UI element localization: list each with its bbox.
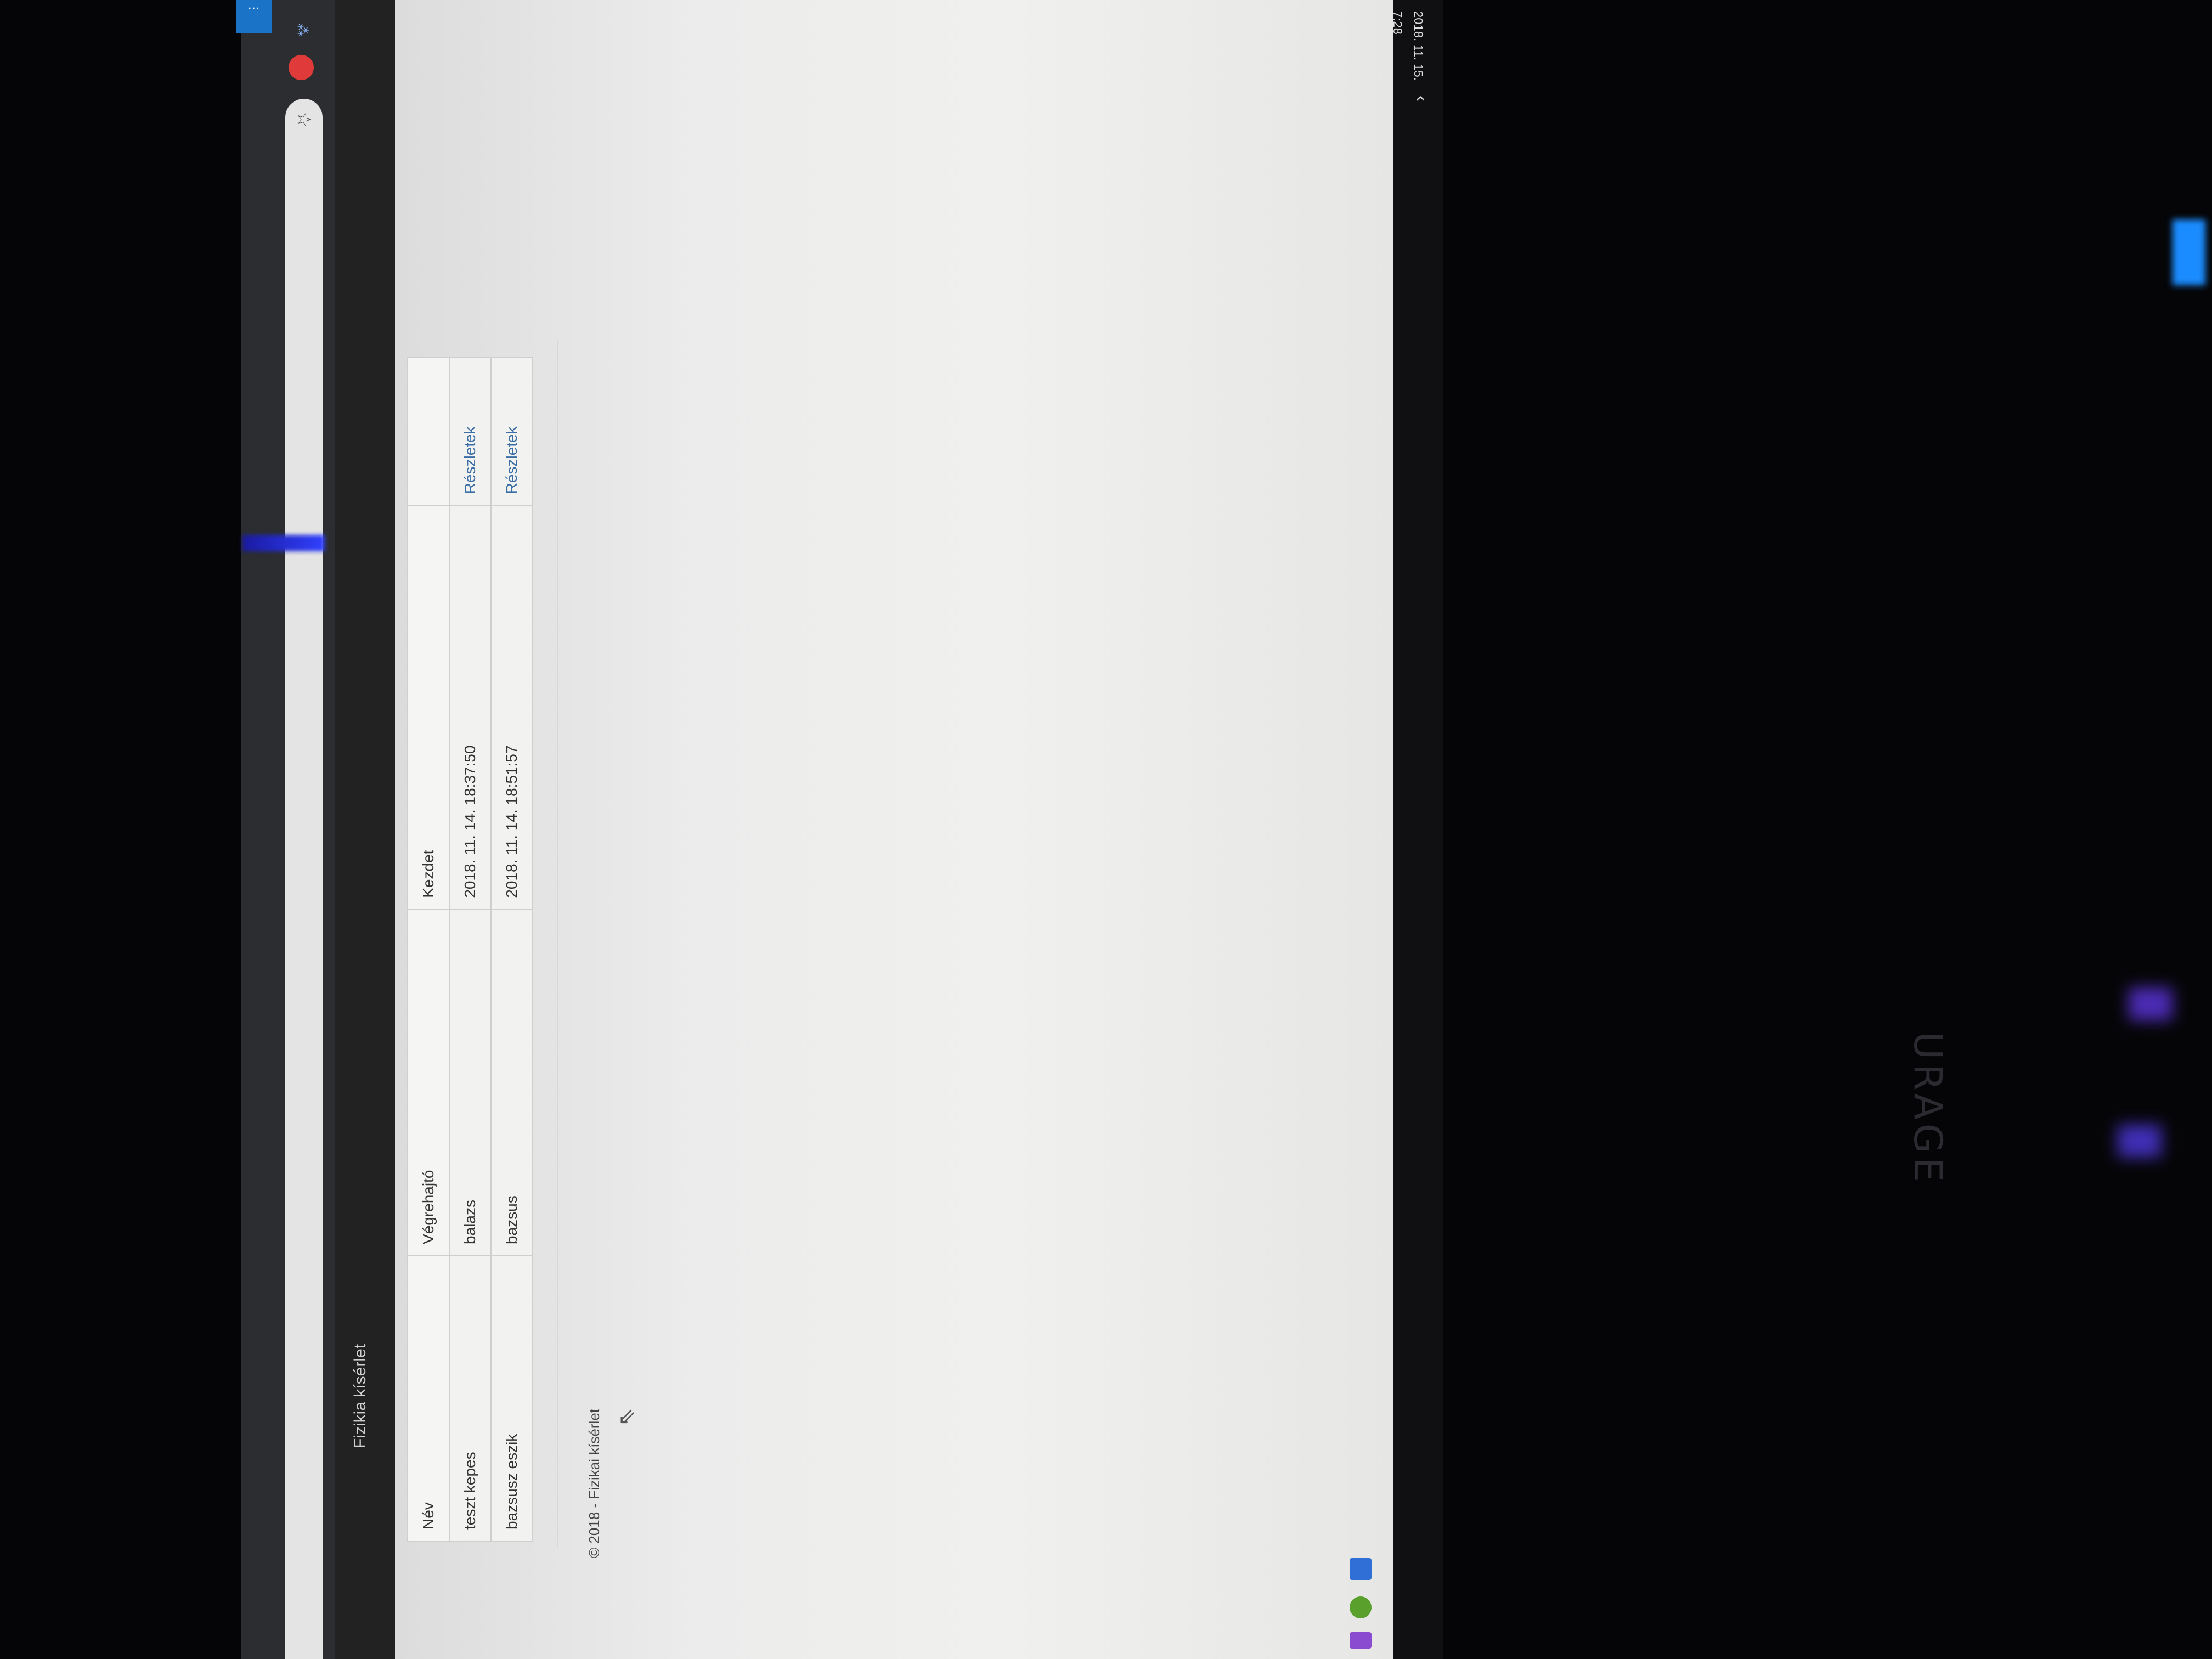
footer-divider: [557, 340, 558, 1547]
details-link[interactable]: Részletek: [449, 357, 491, 506]
photo-of-monitor: ⋯ ⁂ ☆ Fizikia kísérlet Név Végrehajtó Ke…: [0, 0, 2212, 1659]
cell-executor: balazs: [449, 909, 491, 1256]
keyboard-led: [2118, 1125, 2162, 1158]
clock-date: 2018. 11. 15.: [1412, 11, 1425, 81]
clock-time: 7:28: [1391, 11, 1404, 35]
keyboard-led: [2129, 988, 2172, 1020]
header-name: Név: [408, 1255, 449, 1541]
table-header-row: Név Végrehajtó Kezdet: [408, 357, 449, 1541]
footer-copyright: © 2018 - Fizikai kísérlet: [586, 1408, 602, 1558]
menu-glyph: ⋯: [247, 1, 260, 15]
keyboard-brand-logo: URAGE: [1905, 1031, 1950, 1187]
taskbar-app-icon[interactable]: [1350, 1632, 1372, 1649]
star-icon[interactable]: ☆: [289, 104, 319, 135]
experiments-table-wrapper: Név Végrehajtó Kezdet teszt kepes balazs…: [407, 357, 533, 1542]
taskbar: [1393, 0, 1443, 1659]
header-executor: Végrehajtó: [408, 909, 449, 1256]
stop-icon[interactable]: [289, 55, 314, 80]
window-control[interactable]: ⋯: [236, 0, 272, 33]
details-link[interactable]: Részletek: [491, 357, 533, 506]
chevron-up-icon[interactable]: ‹: [1410, 95, 1432, 101]
cell-name: teszt kepes: [449, 1255, 491, 1541]
address-bar[interactable]: [285, 99, 323, 1659]
taskbar-app-icon[interactable]: [1350, 1558, 1372, 1580]
taskbar-app-icon[interactable]: [1350, 1596, 1372, 1618]
experiments-table: Név Végrehajtó Kezdet teszt kepes balazs…: [407, 357, 533, 1542]
header-action: [408, 357, 449, 506]
cell-name: bazsusz eszik: [491, 1255, 533, 1541]
table-row: bazsusz eszik bazsus 2018. 11. 14. 18:51…: [491, 357, 533, 1541]
cell-start: 2018. 11. 14. 18:37:50: [449, 505, 491, 910]
site-brand[interactable]: Fizikia kísérlet: [351, 1229, 379, 1448]
cell-executor: bazsus: [491, 909, 533, 1256]
extension-icon[interactable]: ⁂: [291, 19, 313, 41]
header-start: Kezdet: [408, 505, 449, 910]
table-row: teszt kepes balazs 2018. 11. 14. 18:37:5…: [449, 357, 491, 1541]
mouse-cursor-icon: ⇖: [614, 1408, 639, 1426]
page-body: [395, 0, 1404, 1659]
keyboard-led: [2172, 219, 2205, 285]
ambient-light: [242, 535, 325, 551]
cell-start: 2018. 11. 14. 18:51:57: [491, 505, 533, 910]
